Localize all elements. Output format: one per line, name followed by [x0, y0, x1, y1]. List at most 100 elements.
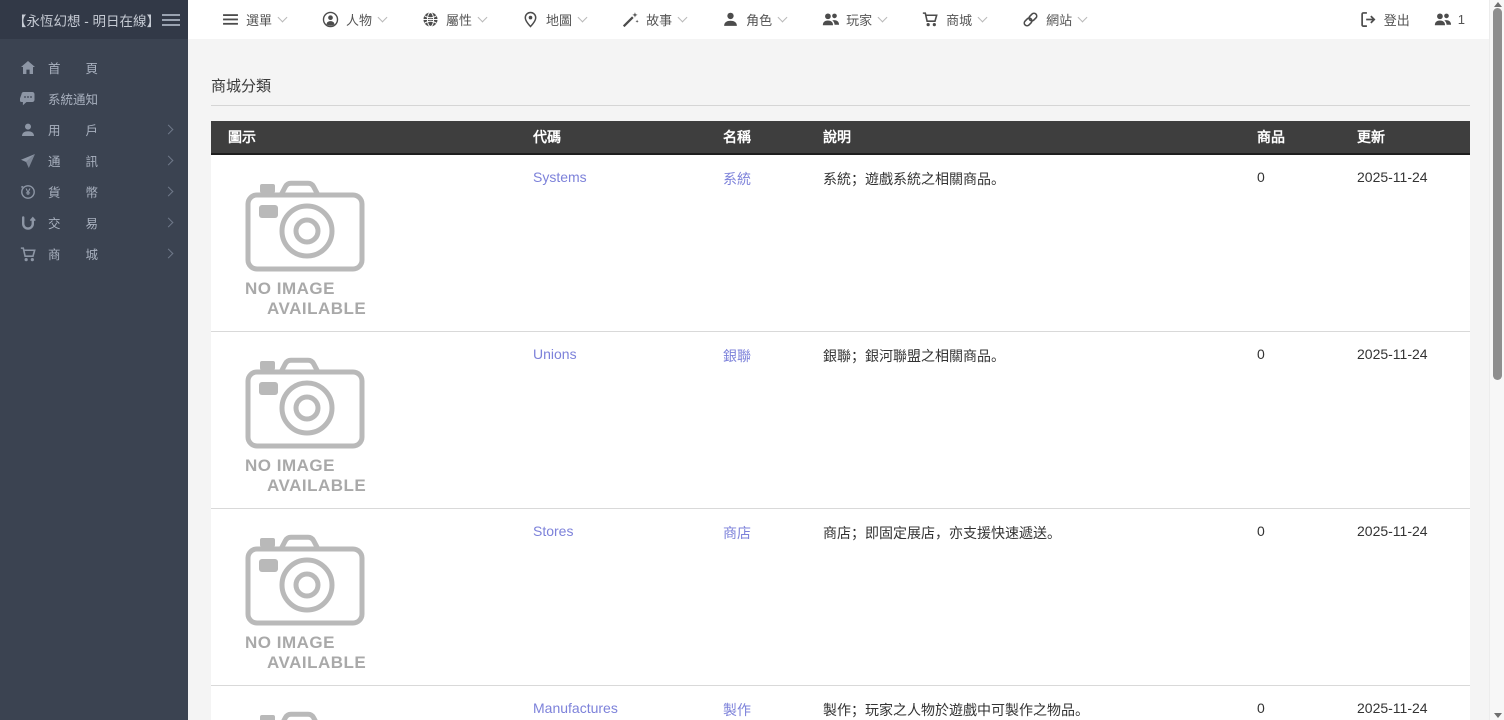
- cart-icon: [20, 246, 36, 262]
- column-header: 代碼: [521, 121, 711, 155]
- chevron-down-icon: [277, 12, 288, 23]
- placeholder-text-line2: AVAILABLE: [267, 475, 367, 495]
- no-image-placeholder: NO IMAGEAVAILABLE: [245, 352, 371, 496]
- online-users[interactable]: 1: [1434, 11, 1465, 28]
- placeholder-text-line1: NO IMAGE: [245, 632, 335, 652]
- scroll-up-icon[interactable]: [1493, 2, 1502, 7]
- vertical-scrollbar[interactable]: [1489, 0, 1504, 720]
- icon-cell: NO IMAGEAVAILABLE: [211, 684, 521, 720]
- mall-categories-table: 圖示 代碼 名稱 說明 商品 更新 NO IMAGE AVAILABLE Systems 系統系…: [211, 121, 1470, 720]
- category-code-link[interactable]: Stores: [533, 523, 573, 539]
- table-row: NO IMAGE AVAILABLE Systems 系統 系統；遊戲系統之相關商品。 0…: [211, 154, 1470, 331]
- table-row: NO IMAGE AVAILABLE Stores 商店 商店；即固定展店，亦支援快速遞…: [211, 507, 1470, 685]
- nav-item-label: 角色: [746, 13, 773, 28]
- name-cell: 商店: [711, 507, 811, 685]
- scrollbar-thumb[interactable]: [1493, 8, 1502, 380]
- placeholder-text-line2: AVAILABLE: [267, 652, 367, 672]
- logout-button[interactable]: 登出: [1360, 10, 1410, 29]
- category-code-link[interactable]: Manufactures: [533, 700, 618, 716]
- sidebar-item-messages[interactable]: 通 訊: [0, 145, 188, 176]
- logout-icon: [1360, 11, 1377, 28]
- nav-item-label: 故事: [646, 13, 673, 28]
- svg-text:¥: ¥: [25, 187, 30, 197]
- sidebar-item-home[interactable]: 首 頁: [0, 52, 188, 83]
- camera-icon: [245, 534, 365, 625]
- product-count-cell: 0: [1245, 330, 1345, 508]
- category-name-link[interactable]: 銀聯: [723, 348, 751, 364]
- column-header: 圖示: [211, 121, 521, 155]
- nav-item-label: 屬性: [446, 13, 473, 28]
- sidebar-item-users[interactable]: 用 戶: [0, 114, 188, 145]
- nav-item-menu[interactable]: 選單: [222, 10, 288, 29]
- chevron-down-icon: [777, 12, 788, 23]
- category-name-link[interactable]: 商店: [723, 525, 751, 541]
- sidebar-item-label: 系統通知: [48, 93, 99, 107]
- code-cell: Systems: [521, 154, 711, 331]
- sidebar-header: 【永恆幻想 - 明日在線】: [0, 0, 188, 39]
- placeholder-text-line1: NO IMAGE: [245, 455, 335, 475]
- chevron-down-icon: [477, 12, 488, 23]
- title-divider: [211, 105, 1470, 106]
- app-title: 【永恆幻想 - 明日在線】: [13, 13, 160, 29]
- chevron-down-icon: [1077, 12, 1088, 23]
- users-icon: [822, 11, 840, 28]
- nav-item-label: 玩家: [846, 13, 873, 28]
- no-image-placeholder: NO IMAGEAVAILABLE: [245, 175, 371, 319]
- sidebar-item-mall[interactable]: 商 城: [0, 238, 188, 269]
- name-cell: 銀聯: [711, 330, 811, 508]
- nav-item-players[interactable]: 玩家: [822, 10, 888, 29]
- description-cell: 系統；遊戲系統之相關商品。: [811, 154, 1245, 331]
- scroll-down-icon[interactable]: [1493, 713, 1502, 718]
- sidebar-item-notices[interactable]: 系統通知: [0, 83, 188, 114]
- table-header: 圖示 代碼 名稱 說明 商品 更新: [211, 121, 1470, 155]
- sidebar-menu: 首 頁系統通知用 戶通 訊 ¥ 貨 幣交 易商 城: [0, 39, 188, 269]
- nav-item-characters[interactable]: 人物: [322, 10, 388, 29]
- no-image-placeholder: NO IMAGEAVAILABLE: [245, 706, 371, 720]
- page-title: 商城分類: [211, 78, 272, 95]
- sidebar-item-trade[interactable]: 交 易: [0, 207, 188, 238]
- nav-item-maps[interactable]: 地圖: [522, 10, 588, 29]
- sidebar-item-label: 交 易: [48, 217, 98, 231]
- category-name-link[interactable]: 製作: [723, 702, 751, 718]
- nav-item-stories[interactable]: 故事: [622, 10, 688, 29]
- sidebar: 【永恆幻想 - 明日在線】 首 頁系統通知用 戶通 訊 ¥ 貨 幣交 易商 城: [0, 0, 188, 720]
- person-circle-icon: [322, 11, 339, 28]
- code-cell: Unions: [521, 330, 711, 508]
- nav-item-attributes[interactable]: 屬性: [422, 10, 488, 29]
- camera-icon: [245, 357, 365, 448]
- description-cell: 商店；即固定展店，亦支援快速遞送。: [811, 507, 1245, 685]
- code-cell: Manufactures: [521, 684, 711, 720]
- category-name-link[interactable]: 系統: [723, 171, 751, 187]
- cart-icon: [922, 11, 939, 28]
- sidebar-collapse-icon[interactable]: [160, 10, 182, 30]
- product-count-cell: 0: [1245, 684, 1345, 720]
- sidebar-item-label: 用 戶: [48, 124, 98, 138]
- camera-icon: [245, 180, 365, 272]
- chevron-down-icon: [377, 12, 388, 23]
- category-code-link[interactable]: Systems: [533, 169, 587, 185]
- sidebar-item-currency[interactable]: ¥ 貨 幣: [0, 176, 188, 207]
- nav-item-label: 網站: [1046, 13, 1073, 28]
- sidebar-item-label: 首 頁: [48, 62, 98, 76]
- description-cell: 製作；玩家之人物於遊戲中可製作之物品。: [811, 684, 1245, 720]
- chevron-right-icon: [163, 155, 174, 166]
- currency-icon: ¥: [20, 184, 36, 200]
- logout-label: 登出: [1383, 13, 1410, 28]
- nav-item-website[interactable]: 網站: [1022, 10, 1088, 29]
- top-navbar: 選單 人物 屬性 地圖 故事 角色 玩家 商城 網站 登出 1: [188, 0, 1489, 39]
- category-code-link[interactable]: Unions: [533, 346, 577, 362]
- chevron-right-icon: [163, 186, 174, 197]
- link-icon: [1022, 11, 1039, 28]
- column-header: 名稱: [711, 121, 811, 155]
- users-icon: [1434, 11, 1452, 28]
- description-cell: 銀聯；銀河聯盟之相關商品。: [811, 330, 1245, 508]
- table-row: NO IMAGE AVAILABLE Unions 銀聯 銀聯；銀河聯盟之相關商品。 0 2…: [211, 330, 1470, 508]
- name-cell: 製作: [711, 684, 811, 720]
- nav-item-mall[interactable]: 商城: [922, 10, 988, 29]
- map-pin-icon: [522, 11, 539, 28]
- column-header: 說明: [811, 121, 1245, 155]
- updated-cell: 2025-11-24: [1345, 154, 1470, 331]
- nav-item-roles[interactable]: 角色: [722, 10, 788, 29]
- camera-icon: [260, 711, 318, 720]
- nav-item-label: 人物: [346, 13, 373, 28]
